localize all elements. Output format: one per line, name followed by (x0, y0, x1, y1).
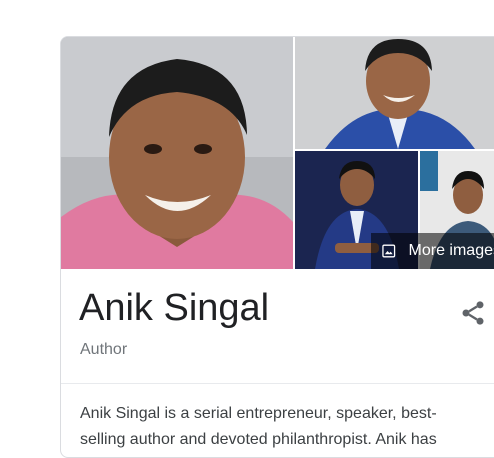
entity-subtitle: Author (80, 341, 128, 358)
photo-blue-blazer[interactable] (295, 37, 494, 149)
title-section: Anik Singal Author (61, 269, 494, 383)
share-icon[interactable] (459, 299, 487, 327)
entity-title: Anik Singal (79, 287, 270, 329)
entity-description: Anik Singal is a serial entrepreneur, sp… (80, 405, 437, 448)
image-icon (382, 244, 396, 258)
knowledge-panel: More images Anik Singal Author Anik Sing… (60, 36, 494, 458)
main-photo[interactable] (61, 37, 293, 269)
more-images-button[interactable]: More images (371, 233, 494, 269)
section-divider (61, 383, 494, 384)
more-images-label: More images (408, 242, 494, 259)
image-collage: More images (61, 37, 494, 269)
